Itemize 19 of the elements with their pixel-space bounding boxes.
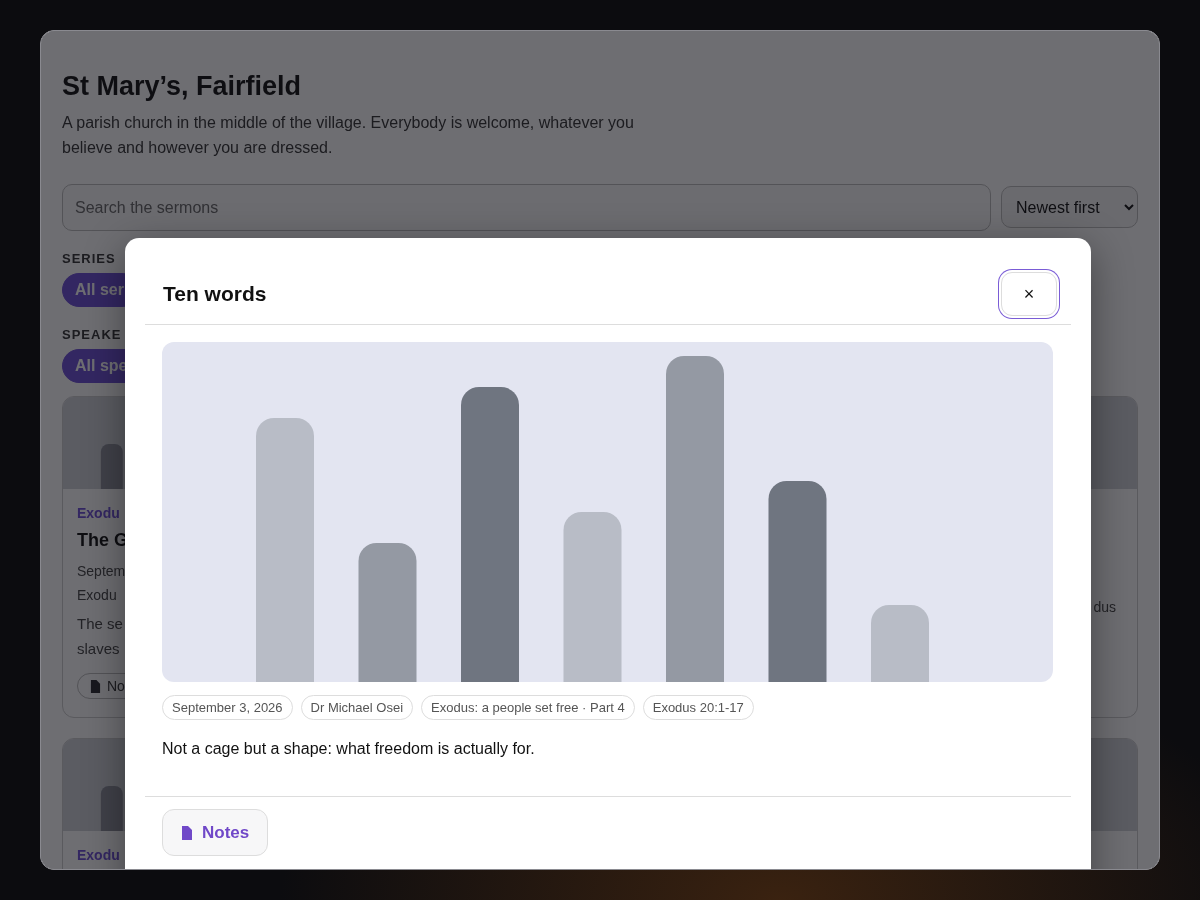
- filter-label: SPEAKE: [62, 327, 123, 342]
- search-field[interactable]: Search the sermons: [62, 184, 991, 231]
- sermon-meta: dus: [1093, 599, 1116, 615]
- sermon-summary: The se: [77, 614, 124, 634]
- sermon-description: Not a cage but a shape: what freedom is actually for.: [162, 740, 536, 759]
- page-description: A parish church in the middle of the village. Everybody is welcome, whatever you believe and however you are dressed.: [62, 113, 635, 158]
- document-icon: [181, 825, 193, 840]
- series-label: Exodu: [77, 847, 121, 863]
- sermon-summary: slaves: [77, 639, 121, 659]
- sermon-meta: Septem: [77, 563, 126, 579]
- close-button[interactable]: ×: [1001, 272, 1057, 316]
- notes-button[interactable]: Notes: [162, 809, 269, 856]
- sermon-meta: Exodu: [77, 587, 117, 603]
- filter-label: SERIES: [62, 251, 117, 266]
- series-label: Exodu: [77, 505, 121, 521]
- dialog-title: Ten words: [163, 282, 267, 306]
- document-icon: [90, 679, 101, 693]
- page-title: St Mary’s, Fairfield: [62, 71, 303, 102]
- sort-dropdown[interactable]: Newest first: [1001, 186, 1138, 228]
